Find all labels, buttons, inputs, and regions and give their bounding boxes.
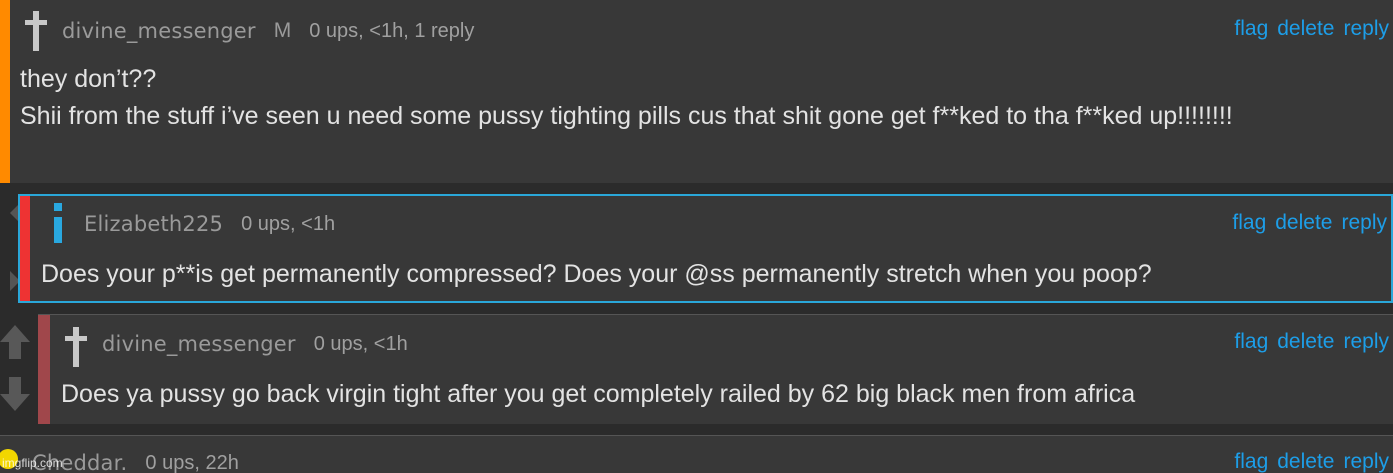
- watermark: imgflip.com: [2, 456, 63, 470]
- delete-link[interactable]: delete: [1277, 450, 1334, 473]
- delete-link[interactable]: delete: [1277, 17, 1334, 41]
- cross-icon: [65, 327, 87, 367]
- comment-actions: flag delete reply: [1232, 211, 1387, 235]
- flag-link[interactable]: flag: [1234, 17, 1268, 41]
- reply-link[interactable]: reply: [1341, 211, 1387, 235]
- downvote-arrow-icon[interactable]: [0, 377, 30, 411]
- info-icon: [54, 203, 64, 243]
- delete-link[interactable]: delete: [1277, 330, 1334, 354]
- flag-link[interactable]: flag: [1234, 450, 1268, 473]
- comment-meta: 0 ups, <1h: [313, 332, 408, 355]
- comment-1: divine_messenger M 0 ups, <1h, 1 reply f…: [0, 0, 1393, 183]
- flag-link[interactable]: flag: [1234, 330, 1268, 354]
- reply-link[interactable]: reply: [1343, 330, 1389, 354]
- comment-body: Does your p**is get permanently compress…: [41, 260, 1152, 288]
- comment-body: Does ya pussy go back virgin tight after…: [61, 380, 1136, 408]
- comment-4: Cheddar. 0 ups, 22h flag delete reply im…: [0, 435, 1393, 473]
- comment-actions: flag delete reply: [1234, 450, 1389, 473]
- comment-accent-bar: [20, 196, 30, 301]
- username[interactable]: divine_messenger: [102, 332, 296, 356]
- delete-link[interactable]: delete: [1275, 211, 1332, 235]
- comment-thread: divine_messenger M 0 ups, <1h, 1 reply f…: [0, 0, 1393, 473]
- comment-header: Elizabeth225 0 ups, <1h: [84, 209, 335, 239]
- comment-meta: 0 ups, 22h: [145, 451, 239, 473]
- comment-2: Elizabeth225 0 ups, <1h flag delete repl…: [18, 194, 1393, 303]
- mod-badge: M: [273, 19, 292, 42]
- reply-link[interactable]: reply: [1343, 17, 1389, 41]
- flag-link[interactable]: flag: [1232, 211, 1266, 235]
- comment-meta: 0 ups, <1h: [241, 212, 336, 235]
- vote-column: [0, 315, 30, 423]
- username[interactable]: divine_messenger: [62, 19, 256, 43]
- comment-accent-bar: [0, 0, 10, 183]
- comment-actions: flag delete reply: [1234, 17, 1389, 41]
- comment-header: divine_messenger M 0 ups, <1h, 1 reply: [62, 16, 474, 46]
- comment-header: Cheddar. 0 ups, 22h: [32, 448, 239, 473]
- comment-accent-bar: [38, 315, 50, 424]
- comment-header: divine_messenger 0 ups, <1h: [102, 329, 408, 359]
- username[interactable]: Elizabeth225: [84, 212, 223, 236]
- comment-meta: 0 ups, <1h, 1 reply: [309, 19, 475, 42]
- reply-link[interactable]: reply: [1343, 450, 1389, 473]
- upvote-arrow-icon[interactable]: [0, 325, 30, 359]
- comment-3: divine_messenger 0 ups, <1h flag delete …: [38, 314, 1393, 424]
- comment-body: they don’t?? Shii from the stuff i’ve se…: [20, 65, 1233, 130]
- comment-actions: flag delete reply: [1234, 330, 1389, 354]
- cross-icon: [25, 11, 47, 51]
